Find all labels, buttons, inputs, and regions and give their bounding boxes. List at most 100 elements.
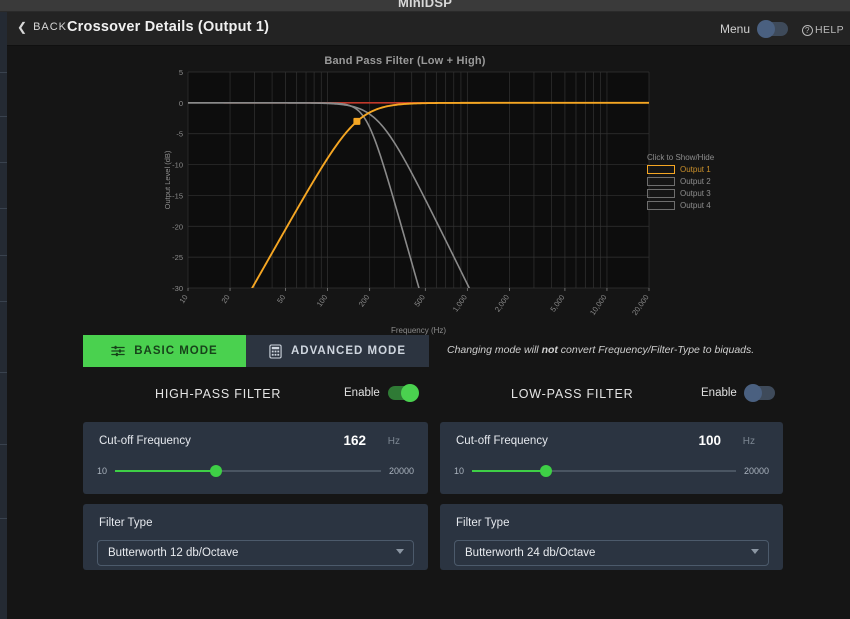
chevron-down-icon [751, 549, 759, 554]
os-window-title: MiniDSP [397, 0, 453, 10]
menu-label: Menu [719, 22, 750, 36]
advanced-mode-button[interactable]: ADVANCED MODE [246, 335, 429, 367]
mode-change-note: Changing mode will not convert Frequency… [447, 344, 754, 356]
calculator-icon [269, 343, 282, 359]
lowpass-filtertype-select[interactable]: Butterworth 24 db/Octave [454, 540, 769, 566]
lowpass-cutoff-card: Cut-off Frequency 100 Hz 10 20000 [440, 422, 783, 494]
svg-text:Output Level (dB): Output Level (dB) [163, 150, 172, 209]
lowpass-cutoff-value[interactable]: 100 [651, 433, 721, 448]
top-app-bar: ❮ BACK Crossover Details (Output 1) Menu… [7, 12, 850, 46]
highpass-filtertype-card: Filter Type Butterworth 12 db/Octave [83, 504, 428, 570]
basic-mode-label: BASIC MODE [134, 345, 218, 357]
legend-swatch-icon [647, 165, 675, 174]
svg-text:500: 500 [412, 293, 427, 308]
collapsed-sidebar[interactable] [0, 12, 7, 619]
svg-text:20: 20 [220, 293, 232, 305]
lowpass-slider-max: 20000 [743, 466, 769, 476]
legend-item-output-1[interactable]: Output 1 [647, 165, 737, 174]
back-button[interactable]: ❮ BACK [17, 21, 67, 33]
back-button-label: BACK [33, 21, 68, 33]
lowpass-title: LOW-PASS FILTER [511, 387, 634, 401]
sliders-icon [111, 345, 125, 357]
highpass-toggle-knob [400, 384, 419, 402]
lowpass-enable-group: Enable [701, 384, 775, 402]
highpass-filtertype-value: Butterworth 12 db/Octave [108, 547, 239, 559]
highpass-slider-min: 10 [97, 466, 108, 476]
sidebar-divider [0, 518, 7, 519]
legend-title: Click to Show/Hide [647, 153, 715, 162]
highpass-enable-group: Enable [344, 384, 419, 402]
help-button[interactable]: ? HELP [801, 24, 844, 36]
lowpass-filtertype-value: Butterworth 24 db/Octave [465, 547, 596, 559]
note-emphasis: not [541, 344, 558, 356]
legend-item-output-4[interactable]: Output 4 [647, 201, 737, 210]
lowpass-slider-min: 10 [454, 466, 465, 476]
sidebar-divider [0, 444, 7, 445]
lowpass-filtertype-label: Filter Type [456, 517, 510, 529]
mode-selector: BASIC MODE ADVANCED MODE Changing mode w… [83, 335, 783, 367]
svg-text:0: 0 [179, 99, 183, 108]
svg-text:20,000: 20,000 [630, 293, 651, 317]
highpass-filtertype-label: Filter Type [99, 517, 153, 529]
highpass-slider-row: 10 20000 [97, 465, 414, 477]
question-mark-icon: ? [801, 24, 813, 36]
sidebar-divider [0, 72, 7, 73]
svg-text:200: 200 [357, 293, 372, 308]
highpass-slider-track[interactable] [115, 465, 381, 477]
lowpass-toggle-knob [743, 384, 762, 402]
lowpass-cutoff-label: Cut-off Frequency [456, 435, 548, 447]
sidebar-divider [0, 301, 7, 302]
sidebar-divider [0, 255, 7, 256]
legend-item-output-3[interactable]: Output 3 [647, 189, 737, 198]
highpass-cutoff-label: Cut-off Frequency [99, 435, 191, 447]
basic-mode-button[interactable]: BASIC MODE [83, 335, 246, 367]
chart-plot-svg[interactable]: 50-5-10-15-20-25-30Output Level (dB)10 20… [160, 50, 720, 335]
legend-swatch-icon [647, 189, 675, 198]
chart-legend: Click to Show/Hide Output 1 Output 2 Out… [647, 153, 737, 213]
lowpass-enable-label: Enable [701, 387, 737, 399]
svg-text:2,000: 2,000 [493, 293, 511, 314]
menu-toggle-group: Menu [719, 20, 788, 38]
lowpass-slider-row: 10 20000 [454, 465, 769, 477]
menu-toggle[interactable] [757, 20, 788, 38]
sidebar-divider [0, 208, 7, 209]
highpass-enable-toggle[interactable] [387, 384, 419, 402]
note-prefix: Changing mode will [447, 344, 542, 356]
highpass-section-header: HIGH-PASS FILTER Enable [83, 384, 428, 404]
sidebar-divider [0, 116, 7, 117]
svg-text:10: 10 [177, 293, 189, 305]
legend-label: Output 4 [680, 201, 711, 210]
lowpass-slider-fill [472, 470, 546, 472]
legend-item-output-2[interactable]: Output 2 [647, 177, 737, 186]
lowpass-section-header: LOW-PASS FILTER Enable [440, 384, 783, 404]
svg-text:-10: -10 [172, 161, 183, 170]
highpass-slider-max: 20000 [388, 466, 414, 476]
svg-text:-25: -25 [172, 253, 183, 262]
legend-swatch-icon [647, 177, 675, 186]
note-suffix: convert Frequency/Filter-Type to biquads… [557, 344, 755, 356]
highpass-title: HIGH-PASS FILTER [155, 387, 282, 401]
highpass-cutoff-value[interactable]: 162 [296, 433, 366, 448]
legend-swatch-icon [647, 201, 675, 210]
sidebar-divider [0, 372, 7, 373]
legend-label: Output 2 [680, 177, 711, 186]
help-button-label: HELP [814, 24, 844, 36]
menu-toggle-knob [757, 20, 775, 38]
frequency-response-chart[interactable]: Band Pass Filter (Low + High) 5 0 -5 -10 -15… [160, 50, 720, 335]
chevron-left-icon: ❮ [17, 20, 29, 34]
lowpass-slider-track[interactable] [472, 465, 736, 477]
lowpass-slider-handle[interactable] [539, 465, 552, 477]
lowpass-enable-toggle[interactable] [743, 384, 775, 402]
chevron-down-icon [396, 549, 404, 554]
highpass-slider-handle[interactable] [210, 465, 223, 477]
svg-text:1,000: 1,000 [451, 293, 469, 314]
highpass-filtertype-select[interactable]: Butterworth 12 db/Octave [97, 540, 414, 566]
advanced-mode-label: ADVANCED MODE [290, 345, 406, 357]
svg-text:5,000: 5,000 [548, 293, 566, 314]
svg-text:-5: -5 [176, 130, 183, 139]
lowpass-cutoff-unit: Hz [742, 436, 755, 447]
svg-text:-15: -15 [172, 191, 183, 200]
svg-text:10,000: 10,000 [588, 293, 609, 317]
svg-text:100: 100 [315, 293, 330, 308]
legend-label: Output 3 [680, 189, 711, 198]
